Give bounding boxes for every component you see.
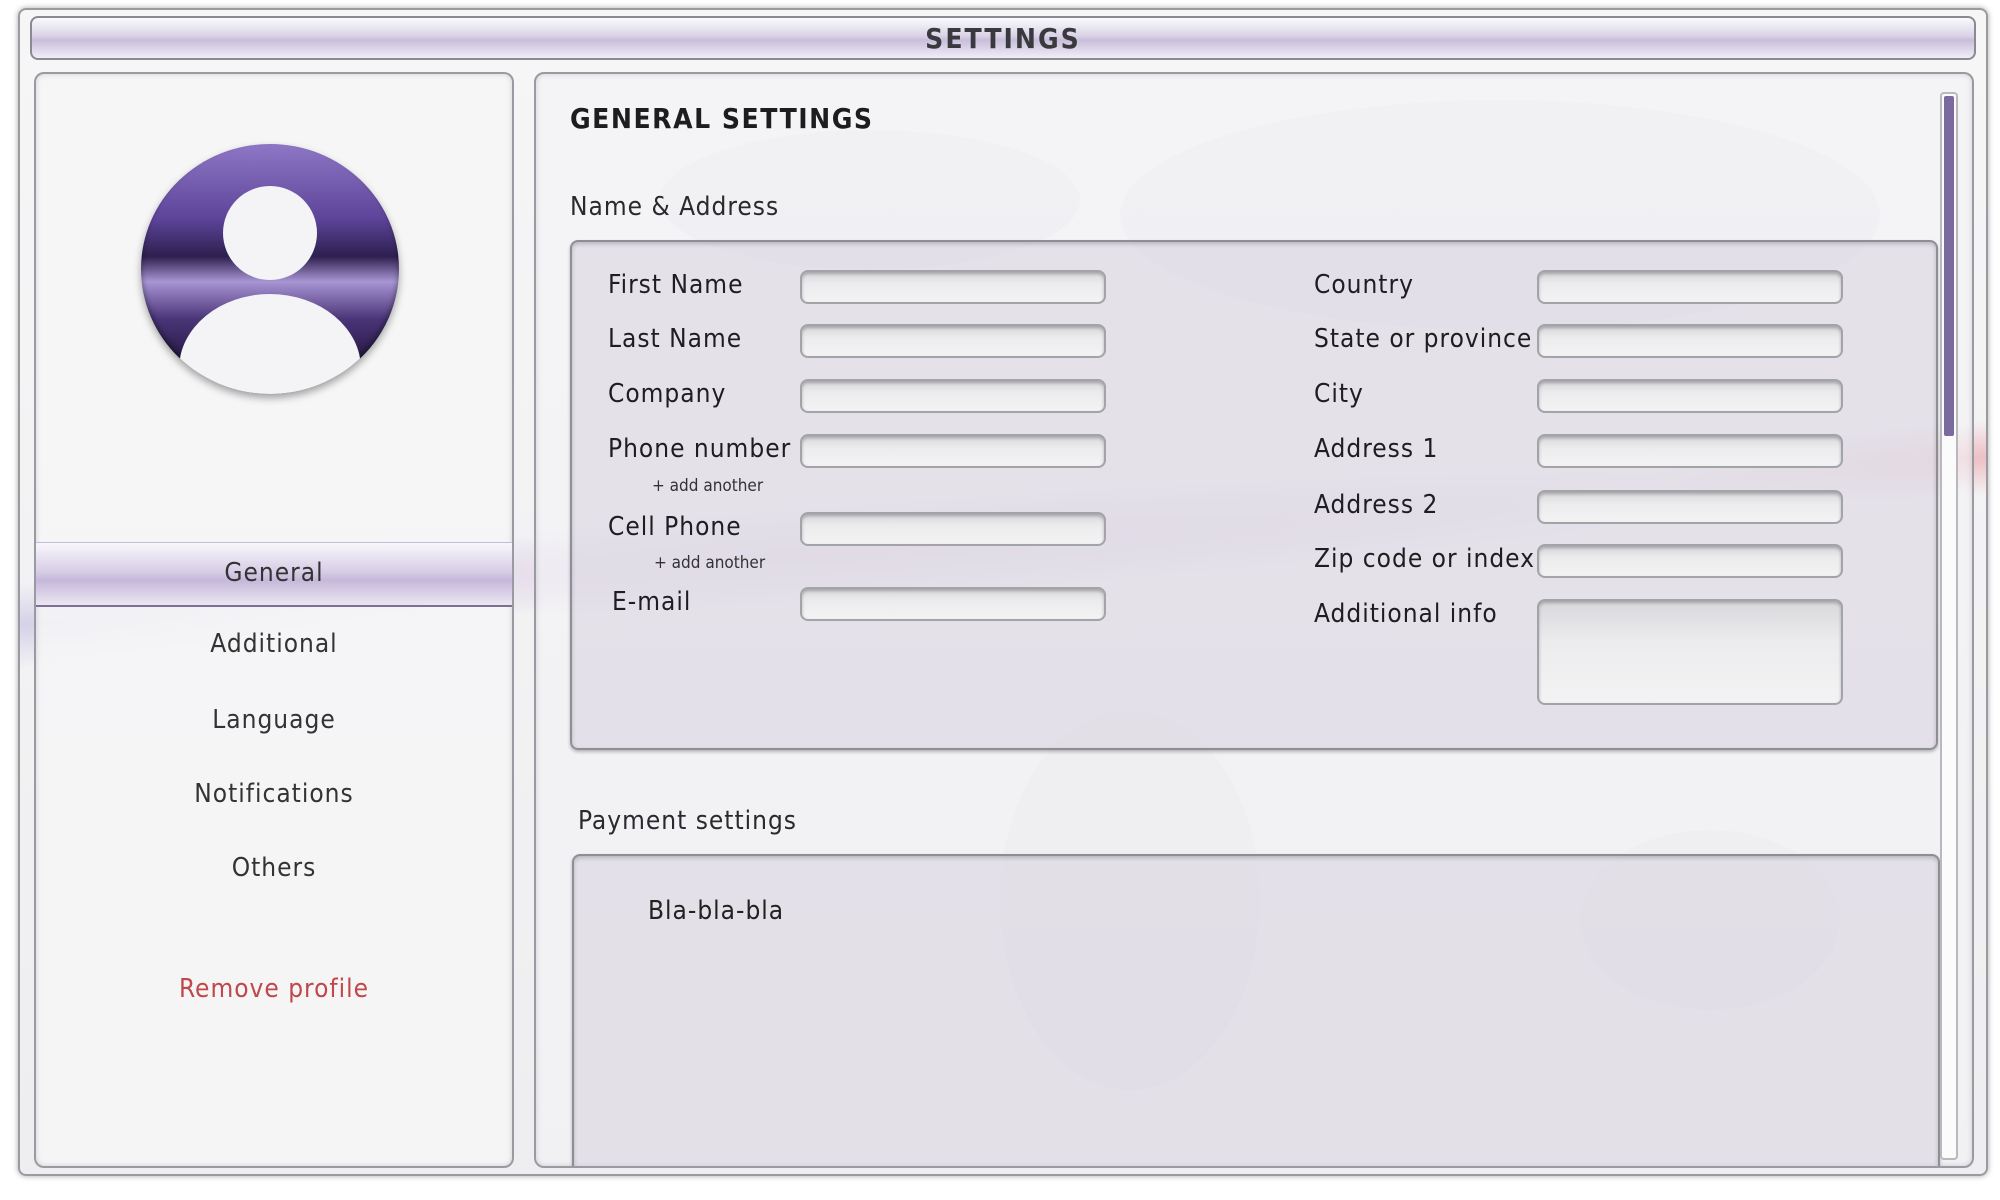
additional-info-label: Additional info xyxy=(1314,599,1498,629)
add-cell-link[interactable]: + add another xyxy=(654,553,765,573)
phone-number-field[interactable] xyxy=(800,434,1106,468)
cell-phone-field[interactable] xyxy=(800,512,1106,546)
name-address-group: First Name Last Name Company Phone numbe… xyxy=(570,240,1938,750)
section-title-name-address: Name & Address xyxy=(570,192,780,222)
phone-number-label: Phone number xyxy=(608,434,792,464)
address1-label: Address 1 xyxy=(1314,434,1439,464)
additional-info-field[interactable] xyxy=(1537,599,1843,705)
sidebar-item-notifications[interactable]: Notifications xyxy=(36,764,512,826)
remove-profile-link[interactable]: Remove profile xyxy=(36,974,512,1004)
sidebar-item-others[interactable]: Others xyxy=(36,838,512,900)
main-panel: GENERAL SETTINGS Name & Address First Na… xyxy=(534,72,1974,1168)
sidebar-item-additional[interactable]: Additional xyxy=(36,614,512,676)
email-field[interactable] xyxy=(800,587,1106,621)
state-label: State or province xyxy=(1314,324,1533,354)
payment-text: Bla-bla-bla xyxy=(648,896,785,926)
zip-field[interactable] xyxy=(1537,544,1843,578)
address2-field[interactable] xyxy=(1537,490,1843,524)
city-label: City xyxy=(1314,379,1364,409)
last-name-field[interactable] xyxy=(800,324,1106,358)
avatar-head xyxy=(223,186,317,280)
address2-label: Address 2 xyxy=(1314,490,1439,520)
last-name-label: Last Name xyxy=(608,324,743,354)
scrollbar-track[interactable] xyxy=(1940,92,1958,1160)
settings-window: SETTINGS General Additional Language Not… xyxy=(18,8,1988,1176)
company-label: Company xyxy=(608,379,727,409)
country-field[interactable] xyxy=(1537,270,1843,304)
email-label: E-mail xyxy=(612,587,692,617)
scrollbar-thumb[interactable] xyxy=(1944,96,1954,436)
first-name-label: First Name xyxy=(608,270,744,300)
sidebar-item-general[interactable]: General xyxy=(36,542,512,607)
zip-label: Zip code or index xyxy=(1314,544,1535,574)
company-field[interactable] xyxy=(800,379,1106,413)
user-avatar-icon[interactable] xyxy=(141,144,399,394)
title-bar: SETTINGS xyxy=(30,16,1976,60)
address1-field[interactable] xyxy=(1537,434,1843,468)
country-label: Country xyxy=(1314,270,1414,300)
sidebar-item-language[interactable]: Language xyxy=(36,690,512,752)
window-title: SETTINGS xyxy=(925,22,1081,55)
payment-group: Bla-bla-bla xyxy=(572,854,1940,1166)
section-title-payment: Payment settings xyxy=(578,806,797,836)
add-phone-link[interactable]: + add another xyxy=(652,476,763,496)
first-name-field[interactable] xyxy=(800,270,1106,304)
page-title: GENERAL SETTINGS xyxy=(570,102,874,135)
sidebar: General Additional Language Notification… xyxy=(34,72,514,1168)
state-field[interactable] xyxy=(1537,324,1843,358)
avatar-body xyxy=(179,294,361,394)
cell-phone-label: Cell Phone xyxy=(608,512,742,542)
city-field[interactable] xyxy=(1537,379,1843,413)
